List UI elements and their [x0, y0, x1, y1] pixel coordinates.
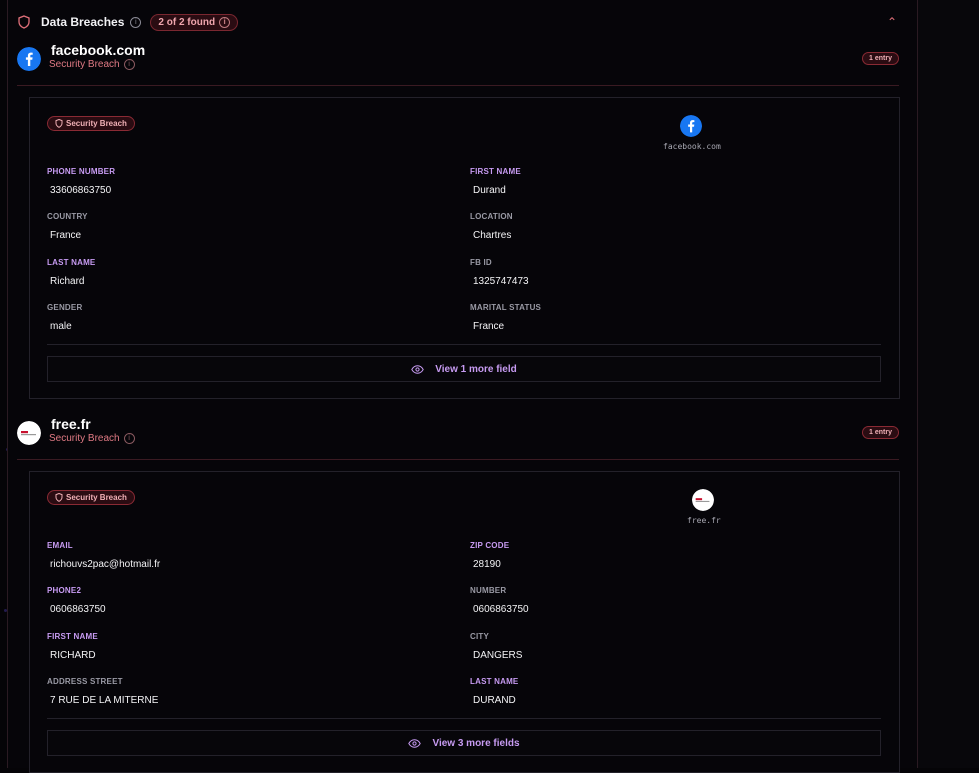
eye-icon	[408, 738, 422, 748]
field-value: Chartres	[473, 230, 512, 241]
view-more-fields-button[interactable]: View 3 more fields	[47, 730, 881, 756]
security-breach-tag: Security Breach	[47, 116, 135, 131]
field-label: ADDRESS STREET	[47, 677, 123, 686]
breach-card-free: Security Breach free.fr EMAIL richouvs2p…	[29, 471, 900, 773]
field-label: EMAIL	[47, 541, 73, 550]
security-breach-tag-label: Security Breach	[66, 119, 127, 128]
field-label: NUMBER	[470, 586, 507, 595]
shield-icon	[55, 119, 63, 128]
field-value: 28190	[473, 559, 501, 570]
divider	[47, 344, 881, 345]
site-name: facebook.com	[51, 42, 146, 58]
info-icon[interactable]: i	[130, 16, 142, 28]
field-value: 0606863750	[473, 604, 529, 615]
field-city: CITY DANGERS	[470, 632, 522, 661]
entry-count-badge: 1 entry	[862, 52, 899, 65]
facebook-logo-icon	[680, 115, 702, 137]
view-more-fields-button[interactable]: View 1 more field	[47, 356, 881, 382]
breach-subtitle: Security Breach i	[49, 433, 135, 444]
field-value: DANGERS	[473, 650, 523, 661]
shield-icon	[18, 15, 30, 29]
field-label: CITY	[470, 632, 490, 641]
site-name: free.fr	[51, 416, 91, 432]
shield-icon	[55, 493, 63, 502]
field-label: LAST NAME	[47, 258, 96, 267]
view-more-label: View 1 more field	[435, 363, 517, 375]
view-more-label: View 3 more fields	[432, 737, 520, 749]
breach-card-facebook: Security Breach facebook.com PHONE NUMBE…	[29, 97, 900, 399]
field-number: NUMBER 0606863750	[470, 586, 529, 615]
field-value: DURAND	[473, 695, 516, 706]
field-value: male	[50, 321, 72, 332]
eye-icon	[411, 364, 425, 374]
field-value: 0606863750	[50, 604, 106, 615]
field-value: richouvs2pac@hotmail.fr	[50, 559, 161, 570]
field-label: GENDER	[47, 303, 83, 312]
field-label: COUNTRY	[47, 212, 88, 221]
field-fb-id: FB ID 1325747473	[470, 258, 529, 287]
field-phone-number: PHONE NUMBER 33606863750	[47, 167, 115, 196]
divider	[47, 718, 881, 719]
right-gutter	[917, 0, 979, 768]
field-last-name: LAST NAME Richard	[47, 258, 95, 287]
field-label: PHONE2	[47, 586, 82, 595]
field-value: RICHARD	[50, 650, 96, 661]
divider	[17, 85, 899, 86]
breach-subtitle: Security Breach i	[49, 59, 135, 70]
breach-subtitle-text: Security Breach	[49, 59, 120, 70]
field-label: LOCATION	[470, 212, 513, 221]
field-value: 1325747473	[473, 276, 529, 287]
field-label: LAST NAME	[470, 677, 519, 686]
field-value: 7 RUE DE LA MITERNE	[50, 695, 159, 706]
field-gender: GENDER male	[47, 303, 82, 332]
info-icon[interactable]: i	[219, 16, 231, 28]
field-country: COUNTRY France	[47, 212, 88, 241]
field-value: Richard	[50, 276, 85, 287]
field-location: LOCATION Chartres	[470, 212, 513, 241]
field-first-name: FIRST NAME Durand	[470, 167, 521, 196]
info-icon[interactable]: i	[123, 59, 135, 70]
field-label: PHONE NUMBER	[47, 167, 116, 176]
field-label: MARITAL STATUS	[470, 303, 542, 312]
field-last-name: LAST NAME DURAND	[470, 677, 518, 706]
field-value: France	[473, 321, 505, 332]
security-breach-tag: Security Breach	[47, 490, 135, 505]
breach-subtitle-text: Security Breach	[49, 433, 120, 444]
found-count-label: 2 of 2 found	[158, 16, 216, 28]
entry-count-badge: 1 entry	[862, 426, 899, 439]
found-count-badge: 2 of 2 found i	[150, 13, 239, 31]
field-first-name: FIRST NAME RICHARD	[47, 632, 98, 661]
section-title: Data Breaches	[41, 15, 125, 29]
free-logo-icon	[17, 421, 41, 445]
field-value: 33606863750	[50, 185, 112, 196]
section-header[interactable]: Data Breaches i 2 of 2 found i ⌃	[17, 11, 907, 33]
field-label: FIRST NAME	[470, 167, 521, 176]
field-marital-status: MARITAL STATUS France	[470, 303, 541, 332]
field-address-street: ADDRESS STREET 7 RUE DE LA MITERNE	[47, 677, 158, 706]
divider	[17, 459, 899, 460]
facebook-logo-icon	[17, 47, 41, 71]
field-label: FB ID	[470, 258, 492, 267]
chevron-up-icon[interactable]: ⌃	[887, 15, 897, 29]
field-value: Durand	[473, 185, 506, 196]
info-icon[interactable]: i	[123, 433, 135, 444]
field-phone2: PHONE2 0606863750	[47, 586, 106, 615]
free-logo-icon	[692, 489, 714, 511]
field-label: ZIP CODE	[470, 541, 510, 550]
security-breach-tag-label: Security Breach	[66, 493, 127, 502]
field-email: EMAIL richouvs2pac@hotmail.fr	[47, 541, 160, 570]
field-zip-code: ZIP CODE 28190	[470, 541, 509, 570]
field-label: FIRST NAME	[47, 632, 98, 641]
card-domain-label: free.fr	[687, 516, 721, 525]
field-value: France	[50, 230, 82, 241]
card-domain-label: facebook.com	[663, 142, 721, 151]
